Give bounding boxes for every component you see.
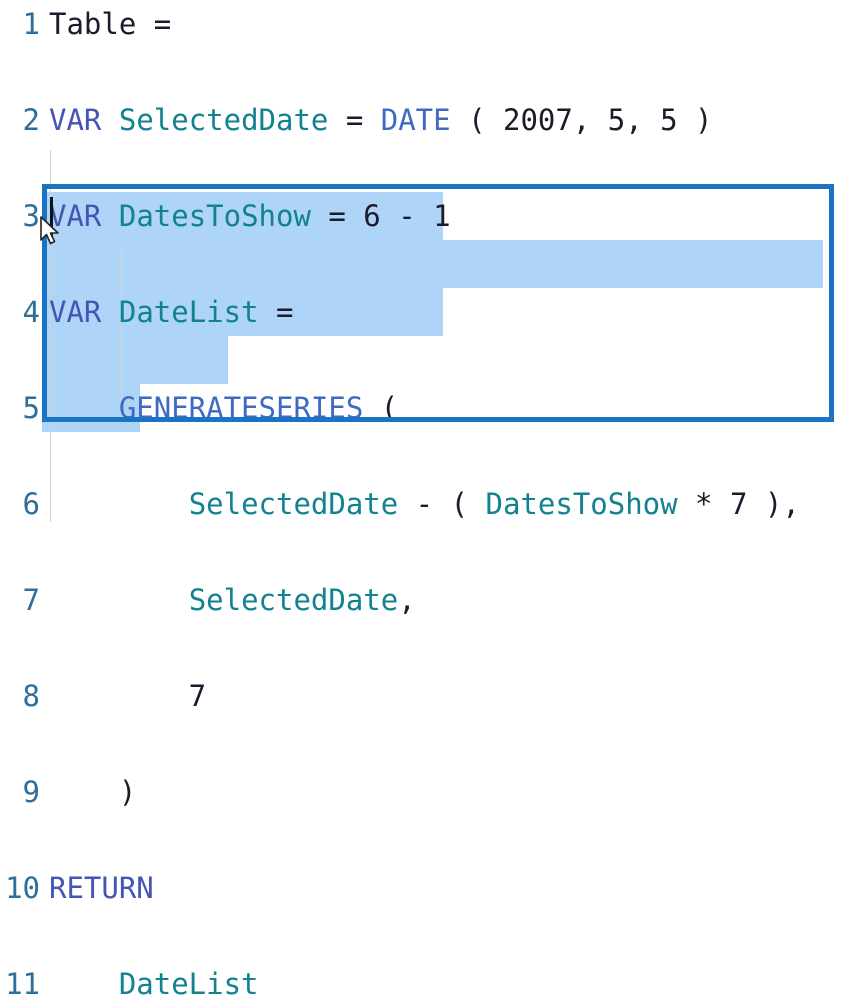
- code-line-7[interactable]: 7 SelectedDate,: [0, 576, 846, 624]
- token-function: GENERATESERIES: [118, 391, 364, 425]
- token-variable: DatesToShow: [485, 487, 678, 521]
- code-line-6[interactable]: 6 SelectedDate - ( DatesToShow * 7 ),: [0, 480, 846, 528]
- token-keyword: RETURN: [49, 871, 154, 905]
- token-plain: =: [258, 295, 294, 329]
- code-text-line-3[interactable]: VAR DatesToShow = 6 - 1: [49, 192, 451, 240]
- line-number-1: 1: [22, 7, 40, 41]
- token-plain: ): [49, 775, 137, 809]
- code-text-line-7[interactable]: SelectedDate,: [49, 576, 416, 624]
- token-variable: SelectedDate: [188, 583, 399, 617]
- token-plain: Table =: [49, 7, 172, 41]
- code-lines[interactable]: 1 Table = 2 VAR SelectedDate = DATE ( 2007,…: [0, 0, 846, 1001]
- code-text-line-5[interactable]: GENERATESERIES (: [49, 384, 398, 432]
- token-variable: SelectedDate: [188, 487, 399, 521]
- code-text-line-11[interactable]: DateList: [49, 960, 259, 1008]
- token-variable: DateList: [118, 295, 259, 329]
- code-line-2[interactable]: 2 VAR SelectedDate = DATE ( 2007, 5, 5 ): [0, 96, 846, 144]
- code-line-10[interactable]: 10 RETURN: [0, 864, 846, 912]
- token-plain: = 6 - 1: [310, 199, 451, 233]
- code-line-9[interactable]: 9 ): [0, 768, 846, 816]
- line-number-5: 5: [22, 391, 40, 425]
- line-number-2: 2: [22, 103, 40, 137]
- token-plain: =: [328, 103, 381, 137]
- token-plain: 7: [49, 679, 207, 713]
- code-text-line-9[interactable]: ): [49, 768, 136, 816]
- token-plain: ,: [398, 583, 416, 617]
- code-text-line-4[interactable]: VAR DateList =: [49, 288, 293, 336]
- token-keyword: VAR: [49, 103, 102, 137]
- line-number-11: 11: [5, 967, 40, 1001]
- token-plain: - (: [398, 487, 486, 521]
- token-variable: SelectedDate: [118, 103, 329, 137]
- token-plain: * 7 ),: [677, 487, 800, 521]
- code-text-line-6[interactable]: SelectedDate - ( DatesToShow * 7 ),: [49, 480, 800, 528]
- code-line-5[interactable]: 5 GENERATESERIES (: [0, 384, 846, 432]
- dax-code-editor[interactable]: 1 Table = 2 VAR SelectedDate = DATE ( 2007,…: [0, 0, 846, 1001]
- code-text-line-10[interactable]: RETURN: [49, 864, 154, 912]
- code-line-11[interactable]: 11 DateList: [0, 960, 846, 1008]
- line-number-3: 3: [22, 199, 40, 233]
- code-line-3[interactable]: 3 VAR DatesToShow = 6 - 1: [0, 192, 846, 240]
- line-number-6: 6: [22, 487, 40, 521]
- line-number-4: 4: [22, 295, 40, 329]
- line-number-10: 10: [5, 871, 40, 905]
- code-line-8[interactable]: 8 7: [0, 672, 846, 720]
- token-variable: DatesToShow: [118, 199, 311, 233]
- token-keyword: VAR: [49, 295, 102, 329]
- token-plain: ( 2007, 5, 5 ): [450, 103, 713, 137]
- line-number-8: 8: [22, 679, 40, 713]
- line-number-7: 7: [22, 583, 40, 617]
- code-text-line-2[interactable]: VAR SelectedDate = DATE ( 2007, 5, 5 ): [49, 96, 713, 144]
- code-line-4[interactable]: 4 VAR DateList =: [0, 288, 846, 336]
- code-text-line-8[interactable]: 7: [49, 672, 206, 720]
- token-function: DATE: [380, 103, 451, 137]
- arrow-pointer-icon: [40, 216, 62, 248]
- token-variable: DateList: [118, 967, 259, 1001]
- line-number-9: 9: [22, 775, 40, 809]
- token-plain: (: [363, 391, 399, 425]
- code-text-line-1[interactable]: Table =: [49, 0, 171, 48]
- code-line-1[interactable]: 1 Table =: [0, 0, 846, 48]
